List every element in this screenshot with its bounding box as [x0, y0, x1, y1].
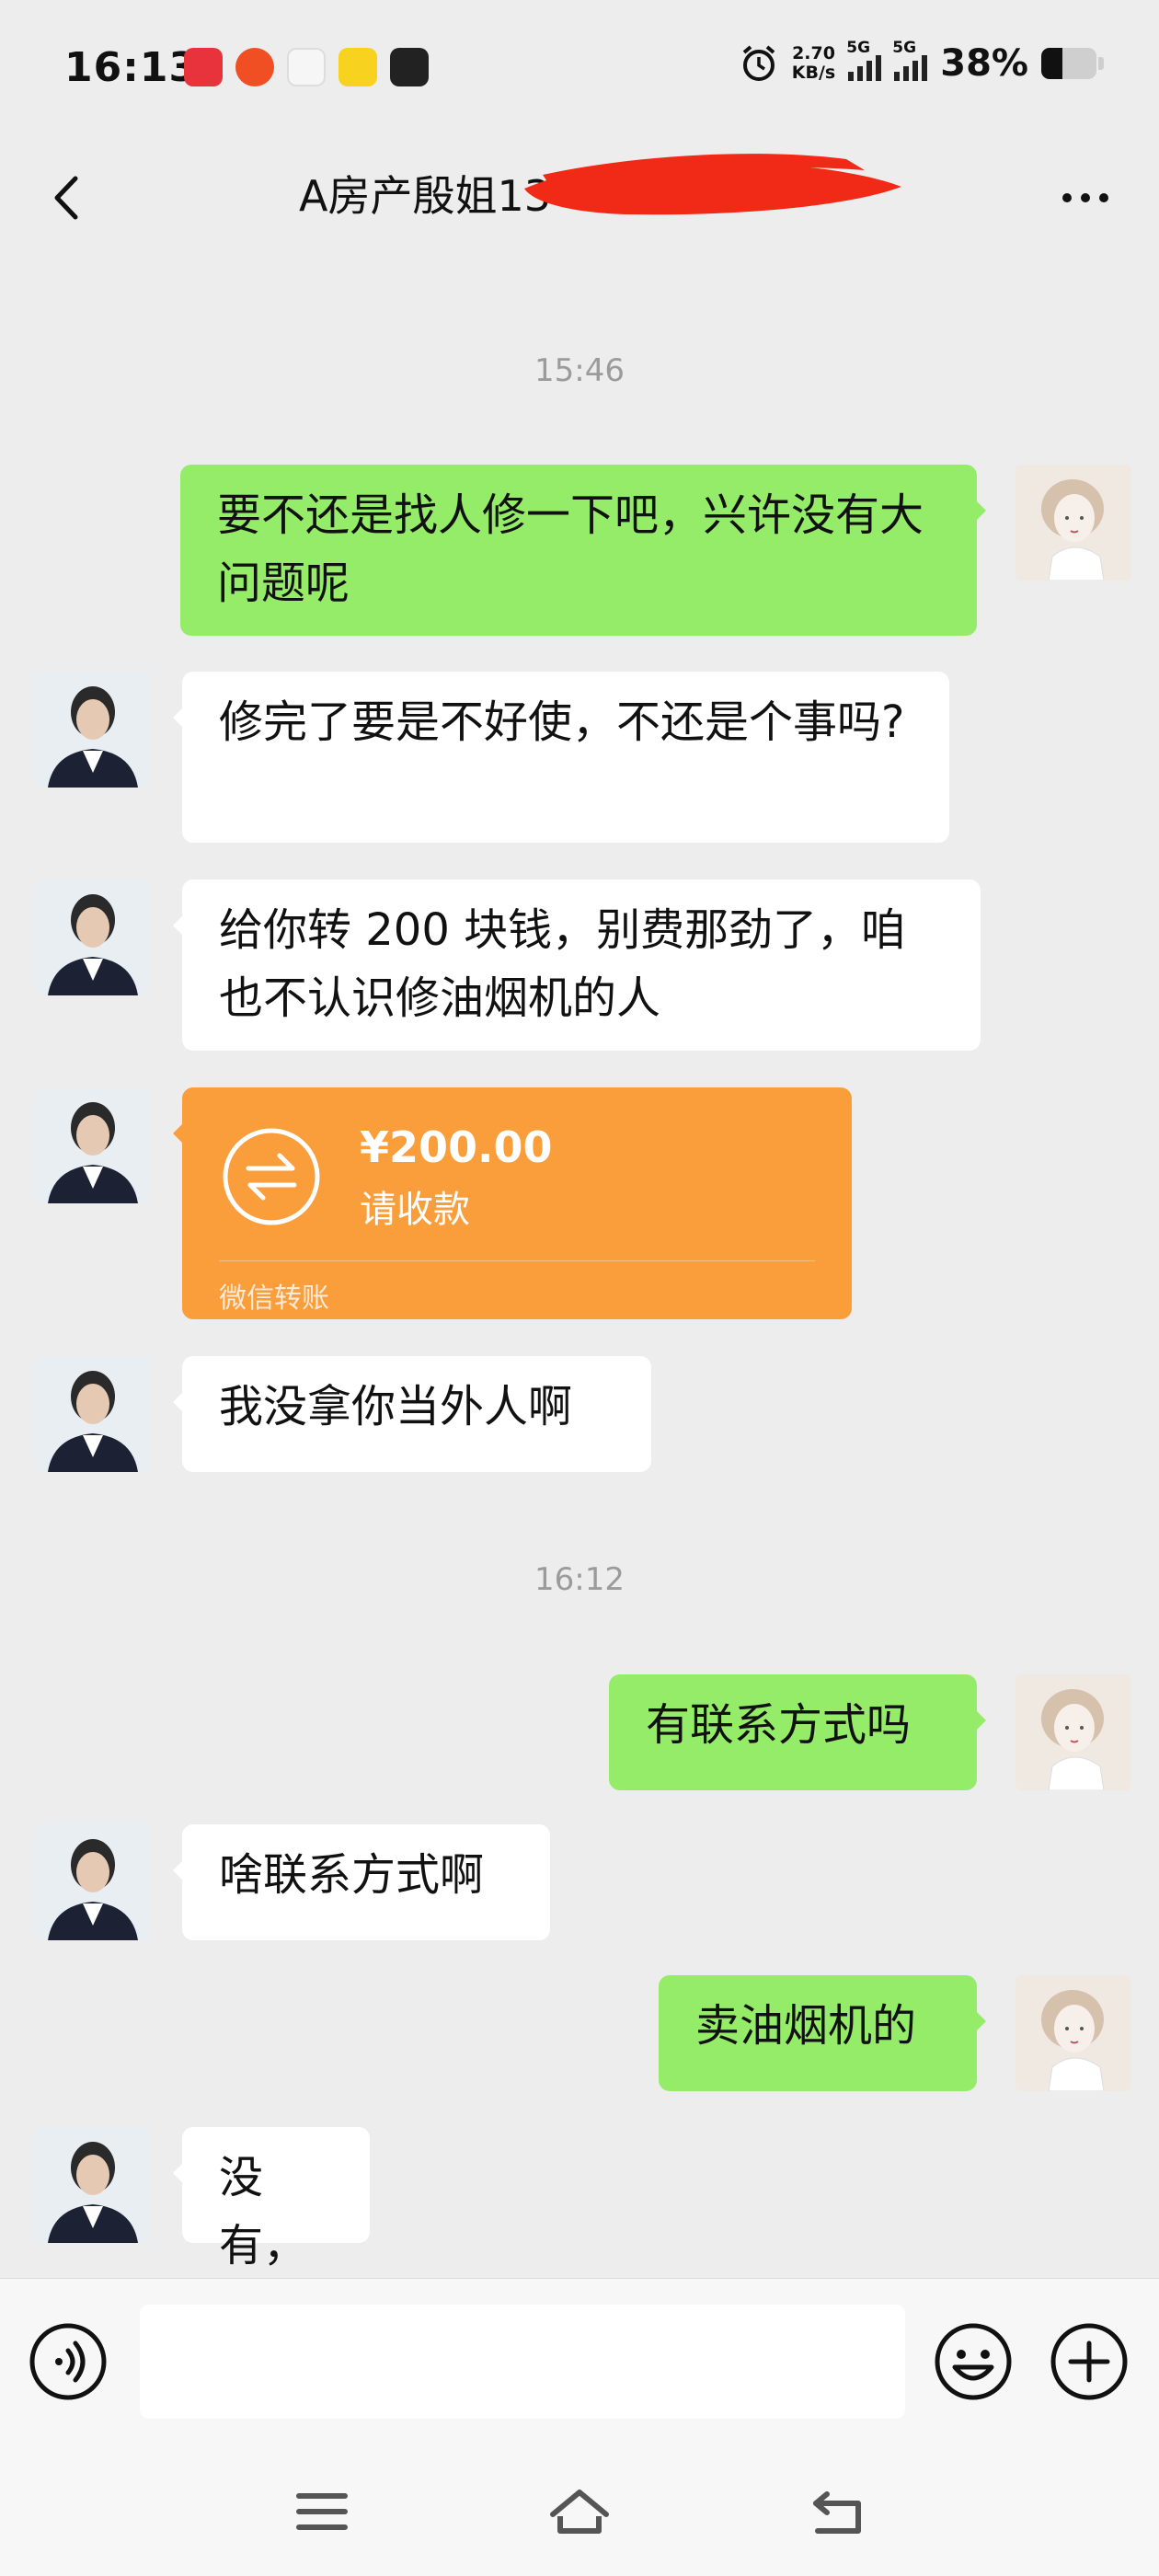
home-icon[interactable]: [547, 2479, 612, 2544]
message-bubble-out[interactable]: 有联系方式吗: [609, 1674, 986, 1790]
status-time: 16:13: [64, 44, 199, 91]
transfer-footer: 微信转账: [219, 1282, 329, 1315]
battery-percent: 38%: [940, 42, 1028, 85]
message-bubble-in[interactable]: 给你转 200 块钱，别费那劲了，咱也不认识修油烟机的人: [173, 880, 981, 1051]
notification-icons: [184, 48, 429, 86]
contact-avatar-image: [35, 672, 151, 788]
status-right: 2.70 KB/s 5G 5G 38%: [739, 39, 1104, 85]
my-avatar[interactable]: [1016, 465, 1131, 581]
message-text: 啥联系方式啊: [219, 1849, 485, 1901]
message-input[interactable]: [140, 2305, 905, 2419]
system-nav-bar: [0, 2447, 1159, 2576]
timestamp: 16:12: [534, 1561, 625, 1598]
net-speed-value: 2.70: [792, 43, 835, 63]
input-bar: [0, 2278, 1159, 2448]
message-text: 没有，: [219, 2152, 308, 2271]
menu-icon[interactable]: [290, 2479, 354, 2544]
net-speed: 2.70 KB/s: [792, 44, 835, 83]
timestamp: 15:46: [534, 352, 625, 389]
my-avatar[interactable]: [1016, 1674, 1131, 1790]
sim2-label: 5G: [892, 39, 917, 57]
battery-fill: [1041, 48, 1062, 79]
transfer-note: 请收款: [360, 1189, 470, 1231]
my-avatar[interactable]: [1016, 1975, 1131, 2091]
app-icon-5: [390, 48, 429, 86]
my-avatar-image: [1016, 1674, 1131, 1790]
message-text: 有联系方式吗: [646, 1699, 912, 1751]
contact-avatar[interactable]: [35, 2127, 151, 2243]
message-text: 要不还是找人修一下吧，兴许没有大问题呢: [217, 489, 924, 609]
status-bar: 16:13 2.70 KB/s 5G 5G 38%: [0, 0, 1159, 138]
plus-icon[interactable]: [1049, 2321, 1130, 2402]
message-bubble-in[interactable]: 没有，: [173, 2127, 370, 2271]
signal-sim1-icon: 5G: [846, 39, 882, 81]
app-icon-4: [339, 48, 377, 86]
message-bubble-in[interactable]: 啥联系方式啊: [173, 1824, 550, 1940]
battery-cap: [1098, 57, 1104, 70]
battery-icon: [1041, 48, 1096, 79]
contact-avatar-image: [35, 1824, 151, 1940]
message-text: 修完了要是不好使，不还是个事吗?: [219, 696, 905, 748]
voice-icon[interactable]: [28, 2321, 109, 2402]
signal-sim2-icon: 5G: [892, 39, 928, 81]
transfer-card[interactable]: ¥200.00 请收款 微信转账: [173, 1087, 852, 1319]
alarm-icon: [742, 45, 775, 81]
transfer-divider: [219, 1260, 815, 1261]
chevron-left-icon[interactable]: [37, 166, 101, 230]
message-bubble-in[interactable]: 修完了要是不好使，不还是个事吗?: [173, 672, 949, 843]
transfer-icon: [223, 1128, 320, 1225]
chat-title: A房产殷姐13: [299, 171, 552, 221]
redaction-scribble: [524, 154, 901, 215]
transfer-amount: ¥200.00: [360, 1122, 553, 1172]
contact-avatar-image: [35, 2127, 151, 2243]
contact-avatar-image: [35, 1356, 151, 1472]
contact-avatar[interactable]: [35, 1824, 151, 1940]
message-text: 卖油烟机的: [695, 2000, 917, 2052]
emoji-icon[interactable]: [933, 2321, 1014, 2402]
message-bubble-out[interactable]: 要不还是找人修一下吧，兴许没有大问题呢: [180, 465, 986, 636]
my-avatar-image: [1016, 1975, 1131, 2091]
net-speed-unit: KB/s: [791, 63, 836, 83]
message-text: 我没拿你当外人啊: [219, 1381, 573, 1432]
app-icon-2: [235, 48, 274, 86]
contact-avatar-image: [35, 880, 151, 995]
app-icon-3: [287, 48, 326, 86]
sim1-label: 5G: [846, 39, 871, 57]
app-icon-1: [184, 48, 223, 86]
more-horizontal-icon[interactable]: [1049, 170, 1122, 225]
contact-avatar[interactable]: [35, 1087, 151, 1203]
back-icon[interactable]: [805, 2479, 869, 2544]
contact-avatar[interactable]: [35, 672, 151, 788]
contact-avatar[interactable]: [35, 1356, 151, 1472]
message-bubble-in[interactable]: 我没拿你当外人啊: [173, 1356, 651, 1472]
contact-avatar-image: [35, 1087, 151, 1203]
my-avatar-image: [1016, 465, 1131, 581]
message-bubble-out[interactable]: 卖油烟机的: [659, 1975, 986, 2091]
contact-avatar[interactable]: [35, 880, 151, 995]
message-text: 给你转 200 块钱，别费那劲了，咱也不认识修油烟机的人: [219, 904, 906, 1024]
